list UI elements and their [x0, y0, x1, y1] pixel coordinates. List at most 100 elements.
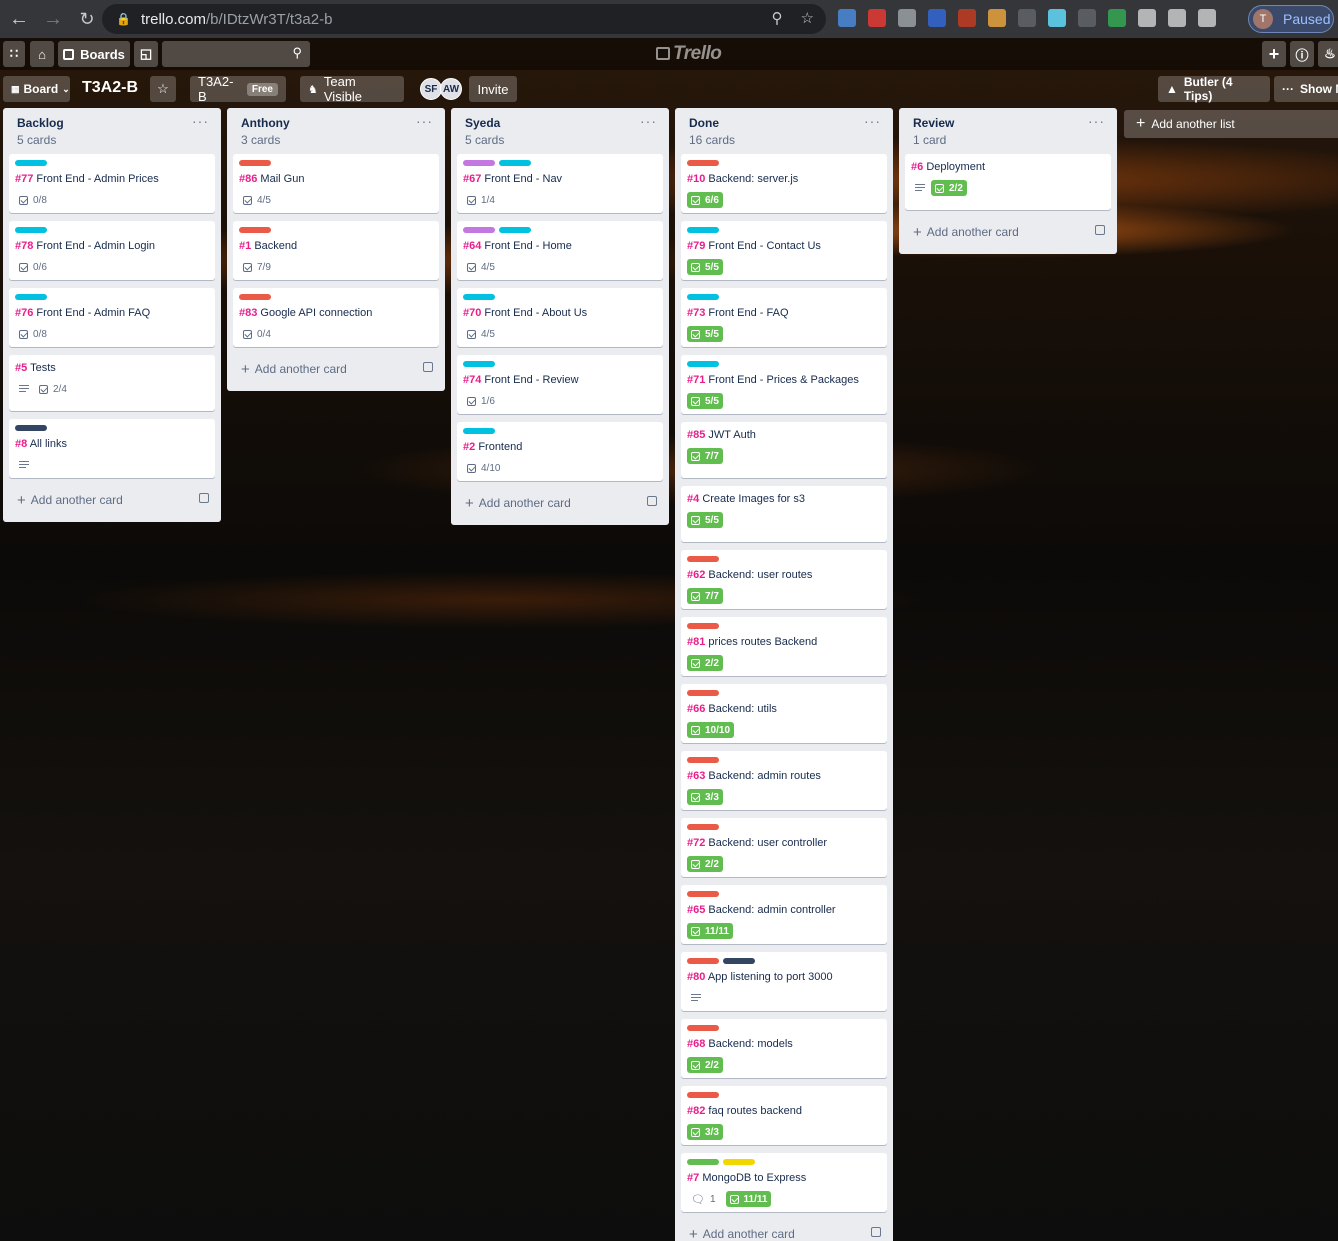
card[interactable]: #86 Mail Gun 4/5	[233, 154, 439, 213]
extension-icon[interactable]	[1198, 9, 1216, 27]
label-red[interactable]	[687, 757, 719, 763]
card[interactable]: #1 Backend 7/9	[233, 221, 439, 280]
label-red[interactable]	[687, 556, 719, 562]
card[interactable]: #6 Deployment 2/2	[905, 154, 1111, 210]
list-title[interactable]: Review	[913, 116, 1111, 130]
card[interactable]: #70 Front End - About Us 4/5	[457, 288, 663, 347]
card-template-icon[interactable]	[423, 362, 433, 372]
apps-grid-icon[interactable]: ∷	[3, 41, 25, 67]
add-card-button[interactable]: + Add another card	[681, 1220, 887, 1241]
label-red[interactable]	[687, 958, 719, 964]
extension-icon[interactable]	[898, 9, 916, 27]
card[interactable]: #79 Front End - Contact Us 5/5	[681, 221, 887, 280]
list-title[interactable]: Backlog	[17, 116, 215, 130]
extension-icon[interactable]	[1078, 9, 1096, 27]
extension-icon[interactable]	[928, 9, 946, 27]
card[interactable]: #63 Backend: admin routes 3/3	[681, 751, 887, 810]
card[interactable]: #74 Front End - Review 1/6	[457, 355, 663, 414]
trello-logo[interactable]: Trello	[656, 43, 722, 65]
card[interactable]: #5 Tests 2/4	[9, 355, 215, 411]
list-review[interactable]: Review 1 card ··· #6 Deployment 2/2 + Add anot…	[899, 108, 1117, 254]
notifications-bell-icon[interactable]: ♨	[1318, 41, 1338, 67]
label-red[interactable]	[239, 227, 271, 233]
label-red[interactable]	[687, 1092, 719, 1098]
card[interactable]: #71 Front End - Prices & Packages 5/5	[681, 355, 887, 414]
card[interactable]: #73 Front End - FAQ 5/5	[681, 288, 887, 347]
card[interactable]: #83 Google API connection 0/4	[233, 288, 439, 347]
list-title[interactable]: Syeda	[465, 116, 663, 130]
card-template-icon[interactable]	[871, 1227, 881, 1237]
star-icon[interactable]: ☆	[150, 76, 176, 102]
list-menu-icon[interactable]: ···	[640, 113, 657, 129]
extension-icon[interactable]	[1018, 9, 1036, 27]
extension-icon[interactable]	[838, 9, 856, 27]
extension-icon[interactable]	[1168, 9, 1186, 27]
boards-button[interactable]: Boards	[58, 41, 130, 67]
avatar[interactable]: AW	[440, 78, 462, 100]
list-menu-icon[interactable]: ···	[416, 113, 433, 129]
list-syeda[interactable]: Syeda 5 cards ··· #67 Front End - Nav 1/4 #64…	[451, 108, 669, 525]
add-card-button[interactable]: + Add another card	[233, 355, 439, 383]
extension-icon[interactable]	[868, 9, 886, 27]
card[interactable]: #76 Front End - Admin FAQ 0/8	[9, 288, 215, 347]
label-black[interactable]	[723, 958, 755, 964]
card[interactable]: #67 Front End - Nav 1/4	[457, 154, 663, 213]
card[interactable]: #4 Create Images for s3 5/5	[681, 486, 887, 542]
board-view-switcher[interactable]: ▦ Board ⌄	[3, 76, 70, 102]
card[interactable]: #7 MongoDB to Express 🗨 1 11/11	[681, 1153, 887, 1212]
card[interactable]: #81 prices routes Backend 2/2	[681, 617, 887, 676]
card-template-icon[interactable]	[199, 493, 209, 503]
label-sky[interactable]	[687, 361, 719, 367]
label-red[interactable]	[687, 824, 719, 830]
card[interactable]: #65 Backend: admin controller 11/11	[681, 885, 887, 944]
card[interactable]: #82 faq routes backend 3/3	[681, 1086, 887, 1145]
jump-icon[interactable]: ◱	[134, 41, 158, 67]
extension-icon[interactable]	[1138, 9, 1156, 27]
label-sky[interactable]	[499, 160, 531, 166]
board-title[interactable]: T3A2-B	[82, 79, 138, 97]
extension-icon[interactable]	[1048, 9, 1066, 27]
card[interactable]: #62 Backend: user routes 7/7	[681, 550, 887, 609]
card[interactable]: #68 Backend: models 2/2	[681, 1019, 887, 1078]
card[interactable]: #77 Front End - Admin Prices 0/8	[9, 154, 215, 213]
label-sky[interactable]	[463, 428, 495, 434]
label-green[interactable]	[687, 1159, 719, 1165]
visibility-button[interactable]: ♞ Team Visible	[300, 74, 404, 104]
card[interactable]: #85 JWT Auth 7/7	[681, 422, 887, 478]
label-sky[interactable]	[15, 227, 47, 233]
label-red[interactable]	[687, 623, 719, 629]
add-card-button[interactable]: + Add another card	[905, 218, 1111, 246]
card[interactable]: #64 Front End - Home 4/5	[457, 221, 663, 280]
list-menu-icon[interactable]: ···	[864, 113, 881, 129]
card-template-icon[interactable]	[1095, 225, 1105, 235]
list-title[interactable]: Anthony	[241, 116, 439, 130]
extension-icon[interactable]	[1108, 9, 1126, 27]
team-button[interactable]: T3A2-B Free	[190, 74, 286, 104]
card[interactable]: #72 Backend: user controller 2/2	[681, 818, 887, 877]
create-plus-icon[interactable]: +	[1262, 41, 1286, 67]
list-backlog[interactable]: Backlog 5 cards ··· #77 Front End - Admin P…	[3, 108, 221, 522]
reload-icon[interactable]: ↻	[72, 4, 102, 34]
card[interactable]: #78 Front End - Admin Login 0/6	[9, 221, 215, 280]
list-menu-icon[interactable]: ···	[192, 113, 209, 129]
list-anthony[interactable]: Anthony 3 cards ··· #86 Mail Gun 4/5 #1 Backe…	[227, 108, 445, 391]
label-black[interactable]	[15, 425, 47, 431]
card[interactable]: #8 All links	[9, 419, 215, 478]
add-card-button[interactable]: + Add another card	[457, 489, 663, 517]
label-red[interactable]	[687, 690, 719, 696]
label-purple[interactable]	[463, 160, 495, 166]
list-menu-icon[interactable]: ···	[1088, 113, 1105, 129]
extension-icon[interactable]	[958, 9, 976, 27]
info-icon[interactable]: ⓘ	[1290, 41, 1314, 67]
list-done[interactable]: Done 16 cards ··· #10 Backend: server.js 6/6…	[675, 108, 893, 1241]
home-icon[interactable]: ⌂	[30, 41, 54, 67]
search-input[interactable]: ⚲	[162, 41, 310, 67]
card-template-icon[interactable]	[647, 496, 657, 506]
label-red[interactable]	[687, 891, 719, 897]
forward-arrow-icon[interactable]: →	[38, 4, 68, 34]
label-red[interactable]	[687, 160, 719, 166]
list-title[interactable]: Done	[689, 116, 887, 130]
profile-button[interactable]: T Paused	[1248, 5, 1334, 33]
butler-button[interactable]: ▲ Butler (4 Tips)	[1158, 75, 1270, 103]
back-arrow-icon[interactable]: ←	[4, 4, 34, 34]
